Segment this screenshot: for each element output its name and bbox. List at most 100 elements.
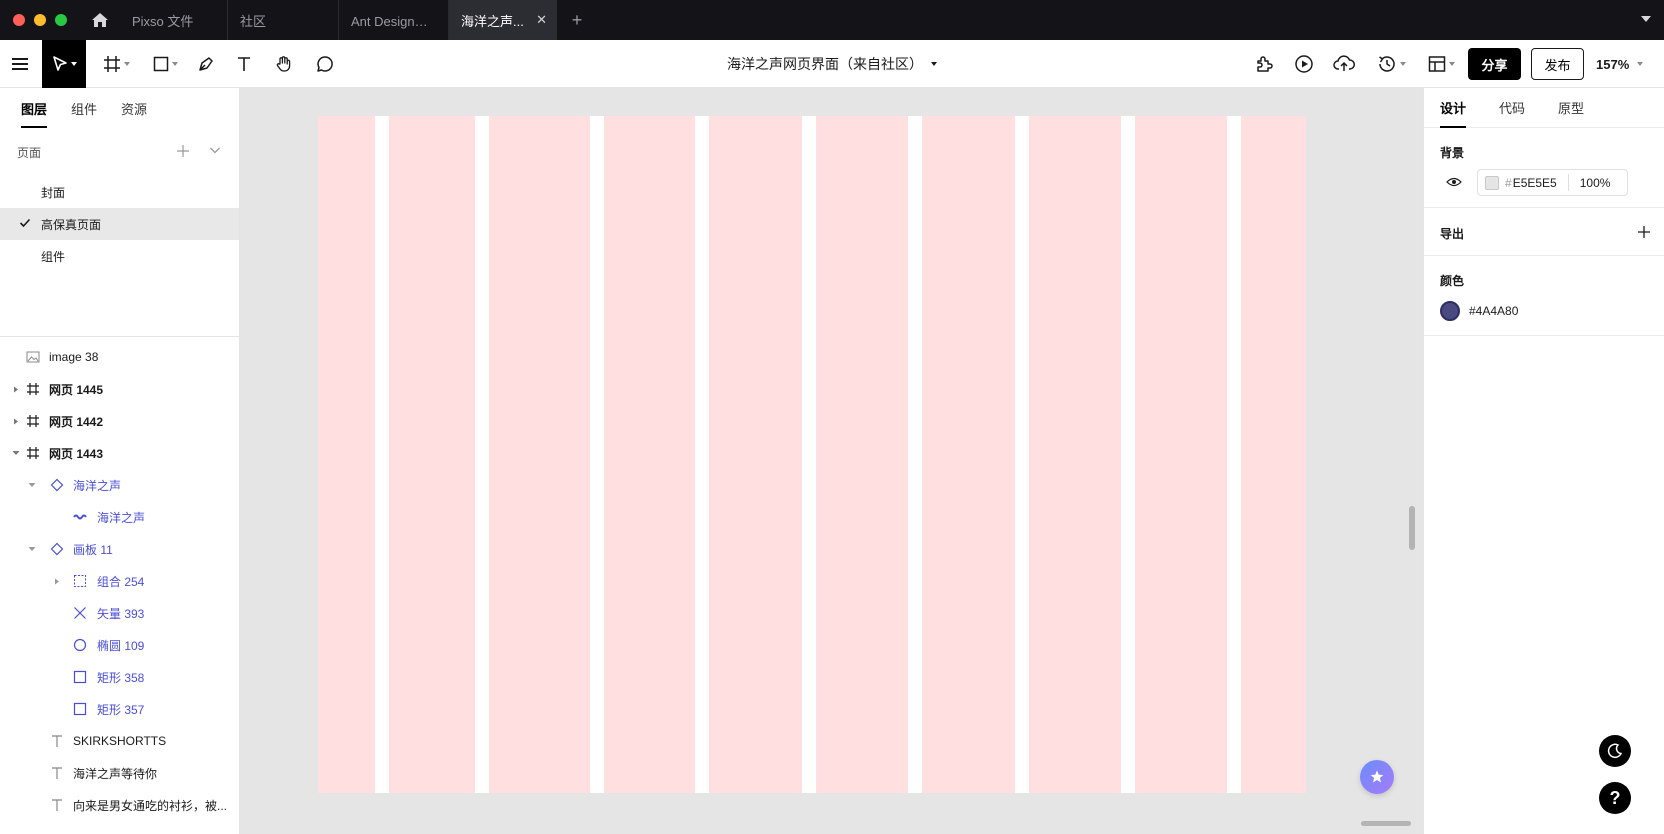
publish-button[interactable]: 发布	[1531, 48, 1584, 80]
present-button[interactable]	[1290, 40, 1318, 88]
layer-row[interactable]: 海洋之声	[0, 469, 240, 501]
zoom-dropdown[interactable]: 157%	[1596, 40, 1644, 88]
page-item-cover[interactable]: 封面	[0, 176, 239, 208]
tab-ant-design[interactable]: Ant Design设...	[339, 0, 449, 40]
add-page-icon[interactable]	[176, 144, 190, 158]
background-opacity-value[interactable]: 100%	[1580, 176, 1611, 190]
component-icon	[50, 542, 64, 556]
theme-toggle-button[interactable]	[1599, 735, 1631, 767]
page-item-hifi[interactable]: 高保真页面	[0, 208, 239, 240]
move-tool-button[interactable]	[42, 40, 86, 88]
pen-tool-button[interactable]	[193, 40, 219, 88]
shape-tool-caret[interactable]	[171, 62, 178, 66]
document-title[interactable]: 海洋之声网页界面（来自社区）	[727, 54, 923, 74]
page-item-components[interactable]: 组件	[0, 240, 239, 272]
close-tab-icon[interactable]: ✕	[536, 12, 547, 28]
tab-code[interactable]: 代码	[1499, 88, 1525, 128]
background-hex-value[interactable]: E5E5E5	[1513, 176, 1557, 190]
layer-row[interactable]: 网页 1445	[0, 373, 240, 405]
moon-icon	[1607, 743, 1623, 759]
document-menu-caret[interactable]	[931, 62, 937, 66]
page-label: 组件	[41, 249, 66, 264]
comment-tool-button[interactable]	[312, 40, 338, 88]
grid-column-gutter	[1121, 116, 1135, 793]
layout-caret[interactable]	[1448, 62, 1455, 66]
shape-tool-button[interactable]	[148, 40, 182, 88]
layer-row[interactable]: 网页 1442	[0, 405, 240, 437]
background-color-field[interactable]: # E5E5E5 100%	[1477, 169, 1628, 196]
layer-row[interactable]: 矩形 357	[0, 693, 240, 725]
collapse-pages-icon[interactable]	[209, 144, 221, 156]
text-icon	[52, 735, 62, 747]
expand-arrow-icon[interactable]	[13, 386, 19, 393]
close-window-button[interactable]	[13, 14, 25, 26]
layer-row[interactable]: 组合 254	[0, 565, 240, 597]
add-export-icon[interactable]	[1637, 225, 1651, 239]
artboard[interactable]	[318, 116, 1306, 793]
collapse-arrow-icon[interactable]	[28, 546, 36, 552]
expand-arrow-icon[interactable]	[54, 578, 60, 585]
tab-assets[interactable]: 资源	[121, 88, 147, 128]
tab-pixso-files[interactable]: Pixso 文件	[120, 0, 228, 40]
layer-list: image 38 网页 1445 网页 1442 网页 1443 海洋之声 海洋…	[0, 341, 240, 821]
share-button[interactable]: 分享	[1468, 48, 1521, 80]
minimize-window-button[interactable]	[34, 14, 46, 26]
background-title: 背景	[1440, 146, 1465, 160]
eye-icon[interactable]	[1446, 176, 1462, 188]
tab-prototype[interactable]: 原型	[1558, 88, 1584, 128]
pen-tool-icon	[199, 57, 213, 71]
frame-tool-caret[interactable]	[123, 62, 130, 66]
layer-row[interactable]: 向来是男女通吃的衬衫，被...	[0, 789, 240, 821]
layer-row[interactable]: 画板 11	[0, 533, 240, 565]
layer-row[interactable]: 矢量 393	[0, 597, 240, 629]
layer-row[interactable]: 海洋之声	[0, 501, 240, 533]
ai-assistant-button[interactable]	[1360, 760, 1394, 794]
layout-icon	[1428, 56, 1445, 72]
home-button[interactable]	[80, 0, 120, 40]
layer-row[interactable]: 椭圆 109	[0, 629, 240, 661]
color-hex-value[interactable]: #4A4A80	[1469, 304, 1518, 318]
history-icon	[1378, 56, 1395, 72]
plugins-button[interactable]	[1250, 40, 1278, 88]
collapse-arrow-icon[interactable]	[12, 450, 20, 456]
design-canvas[interactable]	[240, 88, 1423, 834]
main-menu-button[interactable]	[4, 40, 36, 88]
history-button[interactable]	[1371, 40, 1411, 88]
component-icon	[50, 478, 64, 492]
help-button[interactable]: ?	[1599, 782, 1631, 814]
collapse-arrow-icon[interactable]	[28, 482, 36, 488]
tab-overflow-menu[interactable]	[1640, 13, 1652, 27]
upload-button[interactable]	[1330, 40, 1358, 88]
text-tool-button[interactable]	[231, 40, 257, 88]
tab-components[interactable]: 组件	[71, 88, 97, 128]
layer-row[interactable]: SKIRKSHORTTS	[0, 725, 240, 757]
tab-layers[interactable]: 图层	[21, 88, 48, 128]
layer-row[interactable]: 矩形 358	[0, 661, 240, 693]
frame-icon	[27, 447, 39, 459]
layer-row[interactable]: 网页 1443	[0, 437, 240, 469]
layer-label: 椭圆 109	[97, 638, 145, 653]
history-caret[interactable]	[1399, 62, 1406, 66]
tab-design[interactable]: 设计	[1440, 88, 1467, 128]
new-tab-button[interactable]: +	[557, 0, 597, 40]
background-section: 背景 # E5E5E5 100%	[1424, 128, 1664, 208]
horizontal-scrollbar[interactable]	[1361, 821, 1411, 826]
move-tool-caret[interactable]	[70, 62, 77, 66]
tab-ocean-sound[interactable]: 海洋之声... ✕	[449, 0, 557, 40]
tab-community[interactable]: 社区	[228, 0, 339, 40]
layer-row[interactable]: 海洋之声等待你	[0, 757, 240, 789]
hex-prefix: #	[1505, 175, 1512, 190]
layer-label: 网页 1445	[49, 382, 104, 397]
layout-button[interactable]	[1423, 40, 1459, 88]
layer-row[interactable]: image 38	[0, 341, 240, 373]
background-swatch[interactable]	[1485, 175, 1499, 190]
vertical-scrollbar[interactable]	[1409, 506, 1415, 550]
grid-column-gutter	[695, 116, 709, 793]
maximize-window-button[interactable]	[55, 14, 67, 26]
frame-tool-button[interactable]	[98, 40, 134, 88]
expand-arrow-icon[interactable]	[13, 418, 19, 425]
color-swatch[interactable]	[1440, 301, 1460, 321]
hand-tool-button[interactable]	[271, 40, 297, 88]
zoom-level: 157%	[1596, 56, 1630, 72]
colors-section: 颜色 #4A4A80	[1424, 256, 1664, 336]
